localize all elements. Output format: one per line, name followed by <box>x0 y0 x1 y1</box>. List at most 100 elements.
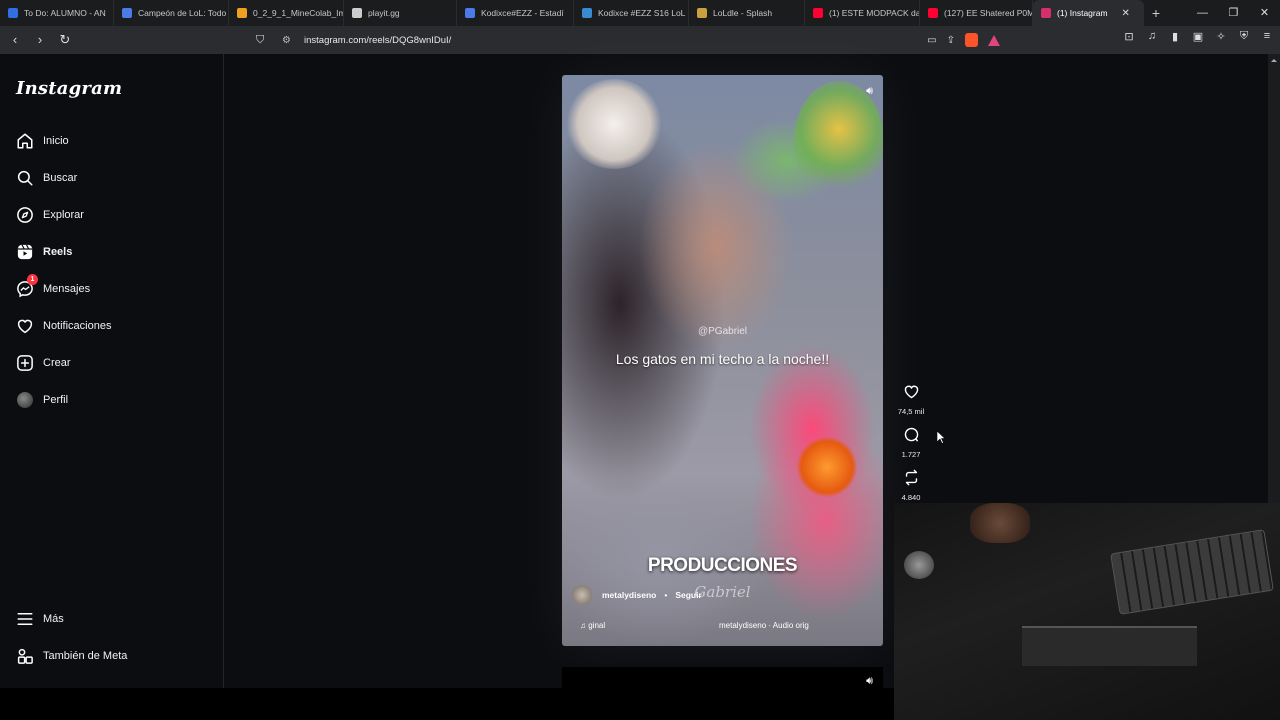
sidebar-item-label: Explorar <box>43 209 84 221</box>
plus-square-icon <box>17 355 33 371</box>
sidebar-item-inicio[interactable]: Inicio <box>16 129 69 153</box>
sidebar-item-label: También de Meta <box>43 650 128 662</box>
brave-rewards-icon[interactable] <box>988 34 1000 46</box>
reels-icon <box>17 244 33 260</box>
audio-source[interactable]: metalydiseno · Audio orig <box>719 621 809 630</box>
forward-icon[interactable]: › <box>30 30 50 50</box>
sidebar-item-crear[interactable]: Crear <box>16 351 71 375</box>
browser-tab[interactable]: LoLdle - Splash <box>689 0 805 26</box>
notification-badge: 1 <box>27 274 38 285</box>
tab-favicon-icon <box>8 8 18 18</box>
sidebar-item-label: Inicio <box>43 135 69 147</box>
browser-tab[interactable]: Kodixce#EZZ - Estadí <box>457 0 574 26</box>
page-bottom <box>0 688 894 720</box>
site-info-icon[interactable]: ⚙ <box>282 35 296 46</box>
search-icon <box>17 170 33 186</box>
window-controls: — ❐ ✕ <box>1187 0 1280 26</box>
cast-icon[interactable]: ▭ <box>927 35 936 46</box>
author-name[interactable]: metalydiseno <box>602 590 656 600</box>
browser-toolbar: ‹ › ↻ ⛉ ⚙ instagram.com/reels/DQG8wnIDuI… <box>0 26 1280 54</box>
comment-action[interactable]: 1.727 <box>894 426 928 459</box>
tab-label: (1) ESTE MODPACK da <box>829 8 920 18</box>
tab-favicon-icon <box>465 8 475 18</box>
sidebar-icon[interactable]: ▮ <box>1168 30 1182 43</box>
url-text[interactable]: instagram.com/reels/DQG8wnIDuI/ <box>304 35 451 46</box>
tab-label: Kodixce #EZZ S16 LoL <box>598 8 686 18</box>
minimize-button[interactable]: — <box>1187 0 1218 26</box>
separator-dot: • <box>664 590 668 600</box>
browser-tab[interactable]: 0_2_9_1_MineColab_Im <box>229 0 344 26</box>
sidebar-item-meta[interactable]: También de Meta <box>16 644 127 668</box>
browser-tab[interactable]: Kodixce #EZZ S16 LoL <box>574 0 689 26</box>
tab-label: Kodixce#EZZ - Estadí <box>481 8 564 18</box>
browser-tab[interactable]: To Do: ALUMNO - AN <box>0 0 114 26</box>
wallet-icon[interactable]: ▣ <box>1191 30 1205 43</box>
share-icon[interactable]: ⇪ <box>947 35 955 46</box>
leo-icon[interactable]: ✧ <box>1214 30 1228 43</box>
reel-watermark: @PGabriel <box>697 326 748 337</box>
browser-tab[interactable]: Campeón de LoL: Todo <box>114 0 229 26</box>
like-count: 74,5 mil <box>897 407 925 416</box>
sidebar-item-label: Crear <box>43 357 71 369</box>
messenger-icon-wrap: 1 <box>16 274 38 298</box>
tab-label: playit.gg <box>368 8 400 18</box>
brave-shields-icon[interactable] <box>965 33 978 47</box>
reload-icon[interactable]: ↻ <box>55 30 75 50</box>
bookmark-icon[interactable]: ⛉ <box>256 34 272 47</box>
plant <box>794 81 883 201</box>
browser-tab[interactable]: playit.gg <box>344 0 457 26</box>
webcam-laptop <box>1022 626 1197 666</box>
sidebar-item-mensajes[interactable]: 1 Mensajes <box>16 274 90 301</box>
sidebar-item-mas[interactable]: Más <box>16 607 64 631</box>
new-tab-button[interactable]: + <box>1144 5 1168 21</box>
browser-tab[interactable]: (1) ESTE MODPACK da <box>805 0 920 26</box>
menu-icon[interactable]: ≡ <box>1260 30 1274 43</box>
volume-icon[interactable]: 🔊︎ <box>866 85 873 98</box>
sidebar-item-buscar[interactable]: Buscar <box>16 166 77 190</box>
repost-icon[interactable] <box>903 469 920 486</box>
orange-toy <box>797 437 857 497</box>
tab-favicon-icon <box>122 8 132 18</box>
sidebar-item-label: Buscar <box>43 172 78 184</box>
back-icon[interactable]: ‹ <box>5 30 25 50</box>
sidebar-item-perfil[interactable]: Perfil <box>16 388 68 412</box>
tab-label: Campeón de LoL: Todo <box>138 8 227 18</box>
follow-button[interactable]: Seguir <box>675 590 701 600</box>
tab-label: LoLdle - Splash <box>713 8 773 18</box>
media-icon[interactable]: ♫ <box>1145 30 1159 43</box>
volume-icon[interactable]: 🔊︎ <box>866 675 873 688</box>
tab-label: 0_2_9_1_MineColab_Im <box>253 8 344 18</box>
sidebar-item-reels[interactable]: Reels <box>16 240 72 264</box>
vpn-icon[interactable]: ⛨ <box>1237 30 1251 43</box>
tab-favicon-icon <box>928 8 938 18</box>
scroll-up-icon[interactable] <box>1268 56 1280 64</box>
tab-favicon-icon <box>237 8 247 18</box>
author-avatar[interactable] <box>572 585 592 605</box>
tab-label: (1) Instagram <box>1057 8 1108 18</box>
instagram-logo[interactable]: Instagram <box>16 78 122 99</box>
close-window-button[interactable]: ✕ <box>1249 0 1280 26</box>
reel-video[interactable]: 🔊︎ @PGabriel Los gatos en mi techo a la … <box>562 75 883 646</box>
menu-lines-icon <box>17 613 33 625</box>
heart-icon[interactable] <box>903 383 920 400</box>
browser-tab[interactable]: (127) EE Shatered P0M <box>920 0 1033 26</box>
webcam-overlay <box>894 503 1280 720</box>
browser-tab[interactable]: (1) Instagram ✕ <box>1033 0 1144 26</box>
sidebar-item-label: Más <box>43 613 64 625</box>
address-bar[interactable]: ⛉ ⚙ instagram.com/reels/DQG8wnIDuI/ ▭ ⇪ <box>256 30 1000 50</box>
screenshot-icon[interactable]: ⊡ <box>1122 30 1136 43</box>
sidebar: Instagram Inicio Buscar Explorar Reels 1… <box>0 54 224 688</box>
like-action[interactable]: 74,5 mil <box>894 383 928 416</box>
repost-action[interactable]: 4.840 <box>894 469 928 502</box>
comment-icon[interactable] <box>903 426 920 443</box>
page-scrollbar[interactable] <box>1268 54 1280 503</box>
close-tab-icon[interactable]: ✕ <box>1122 8 1130 19</box>
sidebar-item-explorar[interactable]: Explorar <box>16 203 84 227</box>
maximize-button[interactable]: ❐ <box>1218 0 1249 26</box>
reel-caption: Los gatos en mi techo a la noche!! <box>615 351 830 367</box>
webcam-keyboard <box>1110 529 1274 615</box>
audio-label[interactable]: ♫ ginal <box>580 621 605 630</box>
reel-actions: 74,5 mil 1.727 4.840 <box>894 383 928 512</box>
sidebar-item-notificaciones[interactable]: Notificaciones <box>16 314 111 338</box>
next-reel[interactable]: 🔊︎ <box>562 667 883 688</box>
